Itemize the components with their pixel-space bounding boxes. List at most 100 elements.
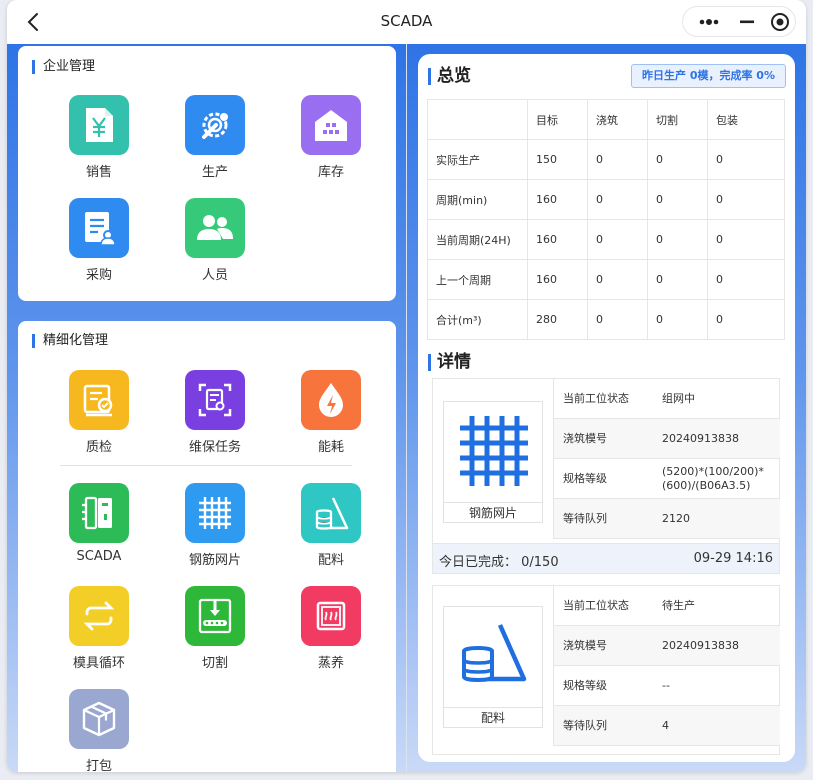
purchase-document-icon xyxy=(69,198,129,258)
tile-scada[interactable]: SCADA xyxy=(59,483,139,564)
minimize-icon[interactable] xyxy=(729,7,765,36)
tile-rebar-mesh[interactable]: 钢筋网片 xyxy=(175,483,255,568)
cycle-icon xyxy=(69,586,129,646)
divider xyxy=(60,465,352,466)
close-target-icon[interactable] xyxy=(765,7,795,36)
section-title: 企业管理 xyxy=(32,60,95,74)
tile-mold-cycle[interactable]: 模具循环 xyxy=(59,586,139,671)
batching-icon xyxy=(301,483,361,543)
table-cell: 0 xyxy=(587,219,648,260)
info-key: 规格等级 xyxy=(563,472,607,485)
people-icon xyxy=(185,198,245,258)
title-bar: SCADA xyxy=(7,0,806,44)
tile-steam-curing[interactable]: 蒸养 xyxy=(291,586,371,671)
tile-packing[interactable]: 打包 xyxy=(59,689,139,772)
info-value: 20240913838 xyxy=(662,639,739,652)
station-image: 钢筋网片 xyxy=(443,401,543,523)
info-row: 等待队列 2120 xyxy=(553,499,780,539)
info-row: 等待队列 4 xyxy=(553,706,780,746)
tile-batching[interactable]: 配料 xyxy=(291,483,371,568)
mini-program-capsule xyxy=(682,6,796,37)
yesterday-summary-badge: 昨日生产 0模，完成率 0% xyxy=(631,64,786,88)
maintenance-task-icon xyxy=(185,370,245,430)
table-header-cell: 浇筑 xyxy=(587,99,648,140)
table-row: 上一个周期 160 0 0 0 xyxy=(427,259,785,300)
fine-management-card: 精细化管理 质检 维保任务 能耗 SCADA 钢筋网片 配料 模具循环 切割 蒸… xyxy=(18,321,396,772)
tile-inventory[interactable]: 库存 xyxy=(291,95,371,180)
gear-wrench-icon xyxy=(185,95,245,155)
energy-drop-icon xyxy=(301,370,361,430)
table-cell: 0 xyxy=(647,139,708,180)
info-row: 浇筑模号 20240913838 xyxy=(553,419,780,459)
left-panel: 企业管理 销售 生产 库存 采购 人员 精细化管理 质检 维保任务 能耗 SCA… xyxy=(7,44,406,772)
info-value: -- xyxy=(662,679,670,692)
info-row: 规格等级 (5200)*(100/200)*(600)/(B06A3.5) xyxy=(553,459,780,499)
table-row: 合计(m³) 280 0 0 0 xyxy=(427,299,785,340)
table-cell: 周期(min) xyxy=(427,179,528,220)
station-footer: 今日已完成： 0/150 09-29 14:16 xyxy=(433,543,779,573)
info-key: 等待队列 xyxy=(563,719,607,732)
info-key: 浇筑模号 xyxy=(563,432,607,445)
table-cell: 0 xyxy=(587,139,648,180)
station-image-caption: 钢筋网片 xyxy=(444,502,542,522)
tile-label: SCADA xyxy=(76,549,122,564)
table-row: 当前周期(24H) 160 0 0 0 xyxy=(427,219,785,260)
tile-label: 维保任务 xyxy=(188,440,241,455)
table-cell: 合计(m³) xyxy=(427,299,528,340)
right-panel: 总览 昨日生产 0模，完成率 0% 目标 浇筑 切割 包装 实际生产 150 0… xyxy=(407,44,806,772)
table-cell: 0 xyxy=(587,299,648,340)
station-info: 当前工位状态 待生产 浇筑模号 20240913838 规格等级 -- 等待队列 4 xyxy=(553,586,780,746)
table-cell: 0 xyxy=(647,259,708,300)
scada-panel-icon xyxy=(69,483,129,543)
table-row: 周期(min) 160 0 0 0 xyxy=(427,179,785,220)
package-box-icon xyxy=(69,689,129,749)
info-row: 规格等级 -- xyxy=(553,666,780,706)
tile-label: 蒸养 xyxy=(317,656,344,671)
tile-production[interactable]: 生产 xyxy=(175,95,255,180)
table-cell: 0 xyxy=(647,179,708,220)
tile-label: 生产 xyxy=(201,165,228,180)
info-value: 20240913838 xyxy=(662,432,739,445)
info-value: 组网中 xyxy=(662,392,695,405)
info-row: 当前工位状态 待生产 xyxy=(553,586,780,626)
table-cell: 160 xyxy=(527,219,588,260)
tile-energy[interactable]: 能耗 xyxy=(291,370,371,455)
info-key: 规格等级 xyxy=(563,679,607,692)
info-key: 等待队列 xyxy=(563,512,607,525)
table-header-cell: 包装 xyxy=(707,99,785,140)
more-icon[interactable] xyxy=(691,7,727,36)
info-value: 4 xyxy=(662,719,669,732)
tile-cutting[interactable]: 切割 xyxy=(175,586,255,671)
table-header-cell: 目标 xyxy=(527,99,588,140)
info-key: 当前工位状态 xyxy=(563,392,629,405)
rebar-mesh-icon xyxy=(458,414,530,492)
tile-personnel[interactable]: 人员 xyxy=(175,198,255,283)
yen-document-icon xyxy=(69,95,129,155)
station-image-caption: 配料 xyxy=(444,707,542,727)
table-header-cell: 切割 xyxy=(647,99,708,140)
tile-label: 质检 xyxy=(85,440,112,455)
batching-icon xyxy=(460,621,528,691)
cutting-machine-icon xyxy=(185,586,245,646)
tile-label: 模具循环 xyxy=(72,656,125,671)
station-card-rebar-mesh[interactable]: 钢筋网片 当前工位状态 组网中 浇筑模号 20240913838 规格等级 (5200… xyxy=(432,378,780,574)
warehouse-icon xyxy=(301,95,361,155)
overview-title: 总览 xyxy=(428,68,471,85)
table-cell: 0 xyxy=(587,259,648,300)
tile-quality-inspection[interactable]: 质检 xyxy=(59,370,139,455)
table-cell: 上一个周期 xyxy=(427,259,528,300)
table-cell: 0 xyxy=(587,179,648,220)
tile-label: 打包 xyxy=(85,759,112,772)
table-header-row: 目标 浇筑 切割 包装 xyxy=(427,99,785,140)
table-cell: 280 xyxy=(527,299,588,340)
tile-label: 人员 xyxy=(201,268,228,283)
tile-sales[interactable]: 销售 xyxy=(59,95,139,180)
table-row: 实际生产 150 0 0 0 xyxy=(427,139,785,180)
today-completed: 今日已完成： 0/150 xyxy=(439,555,559,570)
enterprise-management-card: 企业管理 销售 生产 库存 采购 人员 xyxy=(18,46,396,301)
station-card-batching[interactable]: 配料 当前工位状态 待生产 浇筑模号 20240913838 规格等级 -- 等待队列… xyxy=(432,585,780,755)
table-cell: 160 xyxy=(527,179,588,220)
tile-maintenance-task[interactable]: 维保任务 xyxy=(175,370,255,455)
tile-purchase[interactable]: 采购 xyxy=(59,198,139,283)
info-value: (5200)*(100/200)*(600)/(B06A3.5) xyxy=(662,465,764,492)
